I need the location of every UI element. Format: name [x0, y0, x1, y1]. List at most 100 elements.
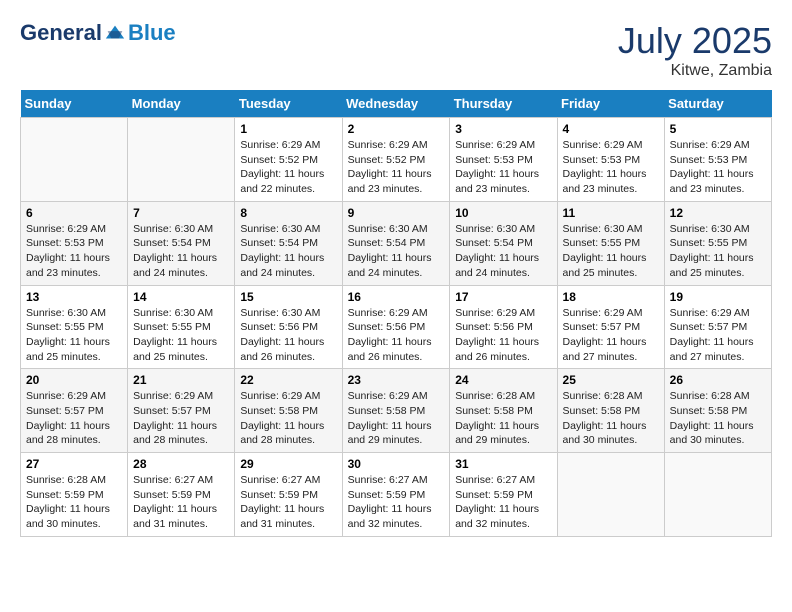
calendar-week-1: 1 Sunrise: 6:29 AM Sunset: 5:52 PM Daylig… — [21, 118, 772, 202]
day-info: Sunrise: 6:30 AM Sunset: 5:54 PM Dayligh… — [240, 222, 336, 281]
table-row: 29 Sunrise: 6:27 AM Sunset: 5:59 PM Dayli… — [235, 453, 342, 537]
day-info: Sunrise: 6:28 AM Sunset: 5:59 PM Dayligh… — [26, 473, 122, 532]
day-number: 1 — [240, 122, 336, 136]
logo-icon — [104, 22, 126, 44]
day-info: Sunrise: 6:28 AM Sunset: 5:58 PM Dayligh… — [670, 389, 766, 448]
logo: General Blue — [20, 20, 176, 46]
day-info: Sunrise: 6:29 AM Sunset: 5:58 PM Dayligh… — [348, 389, 445, 448]
table-row: 27 Sunrise: 6:28 AM Sunset: 5:59 PM Dayli… — [21, 453, 128, 537]
table-row: 10 Sunrise: 6:30 AM Sunset: 5:54 PM Dayli… — [450, 201, 557, 285]
col-tuesday: Tuesday — [235, 90, 342, 118]
day-number: 22 — [240, 373, 336, 387]
day-number: 16 — [348, 290, 445, 304]
table-row: 6 Sunrise: 6:29 AM Sunset: 5:53 PM Daylig… — [21, 201, 128, 285]
title-block: July 2025 Kitwe, Zambia — [618, 20, 772, 80]
col-wednesday: Wednesday — [342, 90, 450, 118]
day-info: Sunrise: 6:27 AM Sunset: 5:59 PM Dayligh… — [240, 473, 336, 532]
logo-blue: Blue — [128, 20, 176, 46]
table-row — [664, 453, 771, 537]
day-number: 25 — [563, 373, 659, 387]
col-sunday: Sunday — [21, 90, 128, 118]
table-row: 18Sunrise: 6:29 AM Sunset: 5:57 PM Dayli… — [557, 285, 664, 369]
day-number: 3 — [455, 122, 551, 136]
table-row — [128, 118, 235, 202]
day-info: Sunrise: 6:29 AM Sunset: 5:57 PM Dayligh… — [670, 306, 766, 365]
day-info: Sunrise: 6:29 AM Sunset: 5:57 PM Dayligh… — [26, 389, 122, 448]
day-number: 14 — [133, 290, 229, 304]
calendar-week-3: 13 Sunrise: 6:30 AM Sunset: 5:55 PM Dayli… — [21, 285, 772, 369]
day-info: Sunrise: 6:29 AM Sunset: 5:56 PM Dayligh… — [348, 306, 445, 365]
table-row: 13 Sunrise: 6:30 AM Sunset: 5:55 PM Dayli… — [21, 285, 128, 369]
day-number: 12 — [670, 206, 766, 220]
col-friday: Friday — [557, 90, 664, 118]
day-info: Sunrise: 6:29 AM Sunset: 5:53 PM Dayligh… — [26, 222, 122, 281]
table-row: 17 Sunrise: 6:29 AM Sunset: 5:56 PM Dayli… — [450, 285, 557, 369]
table-row: 21 Sunrise: 6:29 AM Sunset: 5:57 PM Dayli… — [128, 369, 235, 453]
day-info: Sunrise: 6:29 AM Sunset: 5:56 PM Dayligh… — [455, 306, 551, 365]
day-info: Sunrise: 6:27 AM Sunset: 5:59 PM Dayligh… — [348, 473, 445, 532]
day-number: 21 — [133, 373, 229, 387]
table-row: 30Sunrise: 6:27 AM Sunset: 5:59 PM Dayli… — [342, 453, 450, 537]
day-number: 27 — [26, 457, 122, 471]
table-row: 23 Sunrise: 6:29 AM Sunset: 5:58 PM Dayli… — [342, 369, 450, 453]
day-info: Sunrise: 6:29 AM Sunset: 5:53 PM Dayligh… — [670, 138, 766, 197]
col-thursday: Thursday — [450, 90, 557, 118]
table-row: 16 Sunrise: 6:29 AM Sunset: 5:56 PM Dayli… — [342, 285, 450, 369]
calendar-week-5: 27 Sunrise: 6:28 AM Sunset: 5:59 PM Dayli… — [21, 453, 772, 537]
table-row: 12 Sunrise: 6:30 AM Sunset: 5:55 PM Dayli… — [664, 201, 771, 285]
table-row: 19Sunrise: 6:29 AM Sunset: 5:57 PM Dayli… — [664, 285, 771, 369]
day-number: 10 — [455, 206, 551, 220]
table-row: 28Sunrise: 6:27 AM Sunset: 5:59 PM Dayli… — [128, 453, 235, 537]
day-number: 17 — [455, 290, 551, 304]
col-monday: Monday — [128, 90, 235, 118]
table-row: 9Sunrise: 6:30 AM Sunset: 5:54 PM Daylig… — [342, 201, 450, 285]
calendar-week-4: 20 Sunrise: 6:29 AM Sunset: 5:57 PM Dayli… — [21, 369, 772, 453]
day-info: Sunrise: 6:27 AM Sunset: 5:59 PM Dayligh… — [455, 473, 551, 532]
day-info: Sunrise: 6:29 AM Sunset: 5:53 PM Dayligh… — [455, 138, 551, 197]
day-info: Sunrise: 6:27 AM Sunset: 5:59 PM Dayligh… — [133, 473, 229, 532]
table-row: 7 Sunrise: 6:30 AM Sunset: 5:54 PM Daylig… — [128, 201, 235, 285]
col-saturday: Saturday — [664, 90, 771, 118]
day-number: 24 — [455, 373, 551, 387]
month-year: July 2025 — [618, 20, 772, 62]
table-row: 26 Sunrise: 6:28 AM Sunset: 5:58 PM Dayli… — [664, 369, 771, 453]
calendar-table: Sunday Monday Tuesday Wednesday Thursday… — [20, 90, 772, 537]
table-row: 2Sunrise: 6:29 AM Sunset: 5:52 PM Daylig… — [342, 118, 450, 202]
day-number: 6 — [26, 206, 122, 220]
day-number: 13 — [26, 290, 122, 304]
day-number: 29 — [240, 457, 336, 471]
day-number: 4 — [563, 122, 659, 136]
day-info: Sunrise: 6:30 AM Sunset: 5:54 PM Dayligh… — [133, 222, 229, 281]
table-row: 31 Sunrise: 6:27 AM Sunset: 5:59 PM Dayli… — [450, 453, 557, 537]
table-row: 24Sunrise: 6:28 AM Sunset: 5:58 PM Dayli… — [450, 369, 557, 453]
location: Kitwe, Zambia — [618, 62, 772, 80]
table-row: 8 Sunrise: 6:30 AM Sunset: 5:54 PM Daylig… — [235, 201, 342, 285]
day-number: 15 — [240, 290, 336, 304]
day-info: Sunrise: 6:28 AM Sunset: 5:58 PM Dayligh… — [563, 389, 659, 448]
day-number: 20 — [26, 373, 122, 387]
day-info: Sunrise: 6:30 AM Sunset: 5:55 PM Dayligh… — [563, 222, 659, 281]
table-row — [557, 453, 664, 537]
day-number: 31 — [455, 457, 551, 471]
day-number: 26 — [670, 373, 766, 387]
day-info: Sunrise: 6:30 AM Sunset: 5:55 PM Dayligh… — [670, 222, 766, 281]
table-row: 15Sunrise: 6:30 AM Sunset: 5:56 PM Dayli… — [235, 285, 342, 369]
logo-general: General — [20, 20, 102, 46]
day-info: Sunrise: 6:29 AM Sunset: 5:52 PM Dayligh… — [240, 138, 336, 197]
day-number: 9 — [348, 206, 445, 220]
table-row — [21, 118, 128, 202]
day-info: Sunrise: 6:29 AM Sunset: 5:53 PM Dayligh… — [563, 138, 659, 197]
day-number: 8 — [240, 206, 336, 220]
day-number: 7 — [133, 206, 229, 220]
table-row: 14Sunrise: 6:30 AM Sunset: 5:55 PM Dayli… — [128, 285, 235, 369]
day-info: Sunrise: 6:29 AM Sunset: 5:57 PM Dayligh… — [133, 389, 229, 448]
day-number: 23 — [348, 373, 445, 387]
table-row: 20 Sunrise: 6:29 AM Sunset: 5:57 PM Dayli… — [21, 369, 128, 453]
day-info: Sunrise: 6:30 AM Sunset: 5:54 PM Dayligh… — [455, 222, 551, 281]
table-row: 22Sunrise: 6:29 AM Sunset: 5:58 PM Dayli… — [235, 369, 342, 453]
day-info: Sunrise: 6:30 AM Sunset: 5:55 PM Dayligh… — [26, 306, 122, 365]
table-row: 5 Sunrise: 6:29 AM Sunset: 5:53 PM Daylig… — [664, 118, 771, 202]
day-number: 18 — [563, 290, 659, 304]
day-number: 5 — [670, 122, 766, 136]
day-number: 2 — [348, 122, 445, 136]
